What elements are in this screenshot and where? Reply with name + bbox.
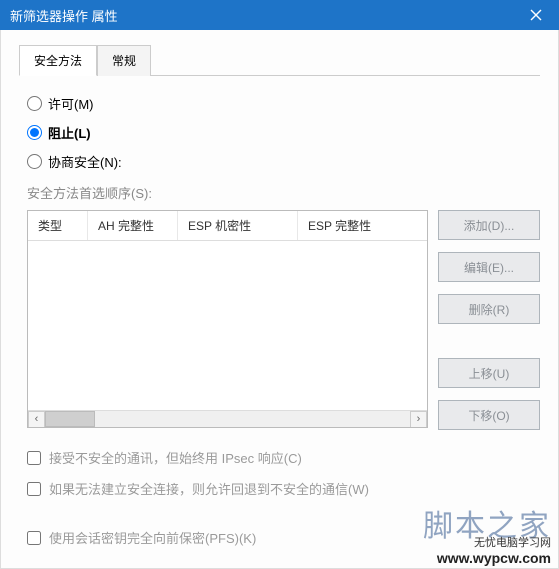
radio-negotiate-input[interactable] bbox=[27, 154, 42, 169]
checkbox-fallback-unsecured[interactable]: 如果无法建立安全连接，则允许回退到不安全的通信(W) bbox=[27, 479, 540, 498]
checkbox-pfs[interactable]: 使用会话密钥完全向前保密(PFS)(K) bbox=[27, 528, 540, 547]
checkbox-accept-unsecured[interactable]: 接受不安全的通讯，但始终用 IPsec 响应(C) bbox=[27, 448, 540, 467]
remove-button[interactable]: 删除(R) bbox=[438, 294, 540, 324]
close-button[interactable] bbox=[513, 0, 559, 30]
title-bar: 新筛选器操作 属性 bbox=[0, 0, 559, 30]
col-esp-integrity[interactable]: ESP 完整性 bbox=[298, 211, 427, 240]
window-title: 新筛选器操作 属性 bbox=[10, 6, 118, 25]
radio-permit[interactable]: 许可(M) bbox=[27, 94, 540, 113]
radio-permit-label: 许可(M) bbox=[48, 94, 94, 113]
edit-button[interactable]: 编辑(E)... bbox=[438, 252, 540, 282]
col-type[interactable]: 类型 bbox=[28, 211, 88, 240]
scroll-thumb[interactable] bbox=[45, 411, 95, 427]
preference-order-label: 安全方法首选顺序(S): bbox=[27, 183, 540, 202]
radio-block-input[interactable] bbox=[27, 125, 42, 140]
tab-security-methods[interactable]: 安全方法 bbox=[19, 45, 97, 76]
checkbox-fallback-unsecured-input[interactable] bbox=[27, 482, 41, 496]
list-header: 类型 AH 完整性 ESP 机密性 ESP 完整性 bbox=[28, 211, 427, 241]
col-ah-integrity[interactable]: AH 完整性 bbox=[88, 211, 178, 240]
radio-block-label: 阻止(L) bbox=[48, 123, 91, 142]
side-button-column: 添加(D)... 编辑(E)... 删除(R) 上移(U) 下移(O) bbox=[438, 210, 540, 430]
checkbox-accept-unsecured-input[interactable] bbox=[27, 451, 41, 465]
move-up-button[interactable]: 上移(U) bbox=[438, 358, 540, 388]
dialog-body: 安全方法 常规 许可(M) 阻止(L) 协商安全(N): 安全方法首选顺序(S)… bbox=[0, 30, 559, 569]
horizontal-scrollbar[interactable]: ‹ › bbox=[28, 410, 427, 427]
radio-block[interactable]: 阻止(L) bbox=[27, 123, 540, 142]
checkbox-fallback-unsecured-label: 如果无法建立安全连接，则允许回退到不安全的通信(W) bbox=[49, 479, 369, 498]
checkbox-pfs-input[interactable] bbox=[27, 531, 41, 545]
add-button[interactable]: 添加(D)... bbox=[438, 210, 540, 240]
col-esp-confidentiality[interactable]: ESP 机密性 bbox=[178, 211, 298, 240]
radio-negotiate-label: 协商安全(N): bbox=[48, 152, 122, 171]
list-body-empty bbox=[28, 241, 427, 410]
radio-negotiate[interactable]: 协商安全(N): bbox=[27, 152, 540, 171]
checkbox-pfs-label: 使用会话密钥完全向前保密(PFS)(K) bbox=[49, 528, 256, 547]
tab-strip: 安全方法 常规 bbox=[19, 44, 540, 76]
move-down-button[interactable]: 下移(O) bbox=[438, 400, 540, 430]
close-icon bbox=[530, 9, 542, 21]
radio-permit-input[interactable] bbox=[27, 96, 42, 111]
scroll-right-arrow[interactable]: › bbox=[410, 411, 427, 428]
scroll-left-arrow[interactable]: ‹ bbox=[28, 411, 45, 428]
action-radio-group: 许可(M) 阻止(L) 协商安全(N): bbox=[27, 94, 540, 171]
checkbox-accept-unsecured-label: 接受不安全的通讯，但始终用 IPsec 响应(C) bbox=[49, 448, 302, 467]
scroll-track[interactable] bbox=[45, 411, 410, 427]
security-methods-list[interactable]: 类型 AH 完整性 ESP 机密性 ESP 完整性 ‹ › bbox=[27, 210, 428, 428]
methods-row: 类型 AH 完整性 ESP 机密性 ESP 完整性 ‹ › 添加(D)... 编… bbox=[27, 210, 540, 430]
tab-general[interactable]: 常规 bbox=[97, 45, 151, 76]
